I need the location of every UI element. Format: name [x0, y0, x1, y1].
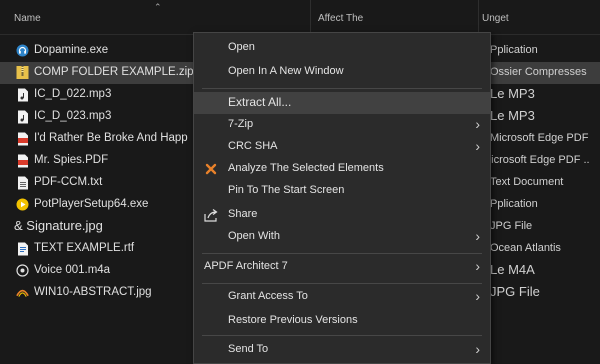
file-name: Dopamine.exe: [34, 44, 109, 56]
column-name[interactable]: Name: [14, 13, 41, 24]
file-type: Le MP3: [490, 86, 535, 101]
menu-item-pin-start[interactable]: Pin To The Start Screen: [194, 180, 490, 202]
file-type: Le MP3: [490, 108, 535, 123]
menu-item-restore-versions[interactable]: Restore Previous Versions: [194, 310, 490, 332]
menu-item-label: CRC SHA: [228, 140, 278, 152]
chevron-right-icon: ›: [475, 138, 480, 154]
file-type: Pplication: [490, 198, 538, 210]
menu-item-open-with[interactable]: Open With ›: [194, 226, 490, 248]
file-name: TEXT EXAMPLE.rtf: [34, 242, 135, 254]
file-type: JPG File: [490, 284, 540, 299]
file-name: WIN10-ABSTRACT.jpg: [34, 286, 152, 298]
menu-item-analyze[interactable]: Analyze The Selected Elements: [194, 158, 490, 180]
chevron-right-icon: ›: [475, 116, 480, 132]
menu-item-label: Send To: [228, 343, 269, 355]
file-name: IC_D_022.mp3: [34, 88, 112, 100]
menu-item-label: Share: [228, 208, 258, 220]
headphones-icon: [16, 43, 29, 58]
chevron-right-icon: ›: [475, 258, 480, 274]
file-type: Microsoft Edge PDF: [490, 132, 589, 144]
file-type: Ossier Compresses: [490, 66, 587, 78]
column-divider[interactable]: [478, 0, 479, 34]
defender-icon: [203, 161, 219, 177]
file-type: Le M4A: [490, 262, 535, 277]
rtf-file-icon: [16, 241, 29, 256]
pdf-icon: [16, 153, 29, 168]
menu-item-label: Extract All...: [228, 95, 292, 109]
menu-separator: [202, 253, 482, 254]
file-name: IC_D_023.mp3: [34, 110, 112, 122]
menu-item-label: 7-Zip: [228, 118, 254, 130]
menu-separator: [202, 88, 482, 89]
column-date[interactable]: Affect The: [318, 13, 363, 24]
menu-item-open-new-window[interactable]: Open In A New Window: [194, 61, 490, 83]
menu-item-label: Analyze The Selected Elements: [228, 162, 384, 174]
column-header: Name ⌃ Affect The Unget: [0, 0, 600, 35]
pdf-icon: [16, 131, 29, 146]
chevron-right-icon: ›: [475, 288, 480, 304]
menu-item-send-to[interactable]: Send To ›: [194, 339, 490, 361]
menu-separator: [202, 283, 482, 284]
menu-item-open[interactable]: Open: [194, 37, 490, 59]
file-name: Voice 001.m4a: [34, 264, 111, 276]
sort-ascending-icon: ⌃: [154, 2, 162, 12]
file-name: I'd Rather Be Broke And Happ: [34, 132, 188, 144]
text-file-icon: [16, 175, 29, 190]
menu-item-extract-all[interactable]: Extract All...: [194, 92, 490, 114]
menu-item-label: Open In A New Window: [228, 65, 344, 77]
file-name: COMP FOLDER EXAMPLE.zip: [34, 66, 194, 78]
menu-item-crc-sha[interactable]: CRC SHA ›: [194, 136, 490, 158]
menu-item-label: Grant Access To: [228, 290, 308, 302]
file-type: JPG File: [490, 220, 533, 232]
menu-item-label: Pin To The Start Screen: [228, 184, 345, 196]
column-divider[interactable]: [310, 0, 311, 34]
column-type[interactable]: Unget: [482, 13, 509, 24]
menu-item-label: Open With: [228, 230, 280, 242]
file-name: PotPlayerSetup64.exe: [34, 198, 149, 210]
chevron-right-icon: ›: [475, 228, 480, 244]
menu-item-label: APDF Architect 7: [204, 260, 288, 272]
menu-item-7zip[interactable]: 7-Zip ›: [194, 114, 490, 136]
file-name: PDF-CCM.txt: [34, 176, 103, 188]
file-type: Pplication: [490, 44, 538, 56]
menu-item-share[interactable]: Share: [194, 204, 490, 226]
image-icon: [16, 285, 29, 300]
file-name: Mr. Spies.PDF: [34, 154, 109, 166]
context-menu: Open Open In A New Window Extract All...…: [193, 32, 491, 364]
share-icon: [203, 207, 219, 223]
menu-item-label: Open: [228, 41, 255, 53]
menu-item-apdf-architect[interactable]: APDF Architect 7 ›: [194, 256, 490, 278]
audio-file-icon: [16, 263, 29, 278]
menu-separator: [202, 335, 482, 336]
audio-file-icon: [16, 87, 29, 102]
menu-item-label: Restore Previous Versions: [228, 314, 358, 326]
potplayer-icon: [16, 197, 29, 212]
menu-item-grant-access[interactable]: Grant Access To ›: [194, 286, 490, 308]
file-type: Ocean Atlantis: [490, 242, 561, 254]
chevron-right-icon: ›: [475, 341, 480, 357]
file-type: Microsoft Edge PDF ..: [482, 154, 590, 166]
zip-folder-icon: [16, 65, 29, 80]
audio-file-icon: [16, 109, 29, 124]
file-name: & Signature.jpg: [14, 218, 103, 233]
file-type: Text Document: [490, 176, 564, 188]
